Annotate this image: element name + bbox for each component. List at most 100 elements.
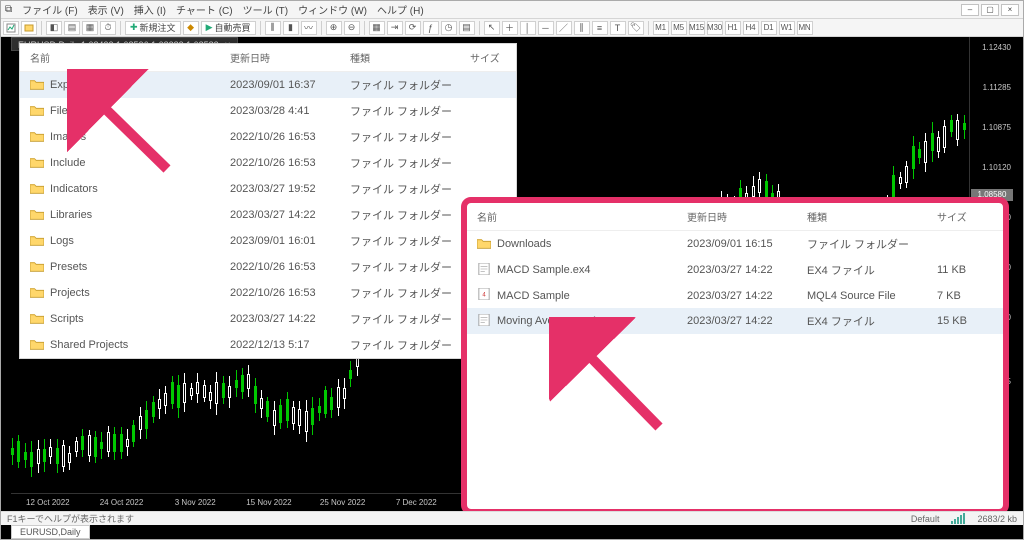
connection-icon — [951, 513, 965, 524]
file-name: Libraries — [50, 209, 92, 221]
chart-tab-bottom[interactable]: EURUSD,Daily — [11, 525, 90, 539]
file-row[interactable]: Include2022/10/26 16:53ファイル フォルダー — [20, 150, 516, 176]
file-type: EX4 ファイル — [807, 313, 937, 329]
navigator-icon[interactable]: ▤ — [64, 21, 80, 35]
file-name: Downloads — [497, 238, 551, 250]
file-row[interactable]: Moving Average.ex4 2023/03/27 14:22EX4 ファ… — [467, 308, 1003, 334]
col-date[interactable]: 更新日時 — [687, 209, 807, 224]
file-type: ファイル フォルダー — [350, 311, 470, 327]
file-row[interactable]: Logs2023/09/01 16:01ファイル フォルダー — [20, 228, 516, 254]
market-watch-icon[interactable]: ◧ — [46, 21, 62, 35]
menu-window[interactable]: ウィンドウ (W) — [298, 2, 367, 17]
indicators-icon[interactable]: ƒ — [423, 21, 439, 35]
vline-icon[interactable]: │ — [520, 21, 536, 35]
mq4-icon: 4 — [477, 288, 491, 303]
line-chart-icon[interactable]: 〰 — [301, 21, 317, 35]
zoom-out-icon[interactable]: ⊖ — [344, 21, 360, 35]
file-name: Scripts — [50, 313, 84, 325]
tf-m30[interactable]: M30 — [707, 21, 723, 35]
x-label: 7 Dec 2022 — [379, 498, 453, 507]
column-headers[interactable]: 名前 更新日時 種類 サイズ — [467, 203, 1003, 231]
candle-chart-icon[interactable]: ▮ — [283, 21, 299, 35]
file-date: 2023/03/27 19:52 — [230, 183, 350, 195]
col-type[interactable]: 種類 — [350, 50, 470, 65]
status-network: 2683/2 kb — [977, 514, 1017, 524]
file-name: MACD Sample — [497, 290, 570, 302]
file-name: Moving Average.ex4 — [497, 315, 596, 327]
channel-icon[interactable]: ∥ — [574, 21, 590, 35]
text-icon[interactable]: T — [610, 21, 626, 35]
profiles-icon[interactable] — [21, 21, 37, 35]
periods-icon[interactable]: ◷ — [441, 21, 457, 35]
max-button[interactable]: ▢ — [981, 4, 999, 16]
file-name: Shared Projects — [50, 339, 128, 351]
tf-m1[interactable]: M1 — [653, 21, 669, 35]
file-row[interactable]: Files2023/03/28 4:41ファイル フォルダー — [20, 98, 516, 124]
shift-icon[interactable]: ⇥ — [387, 21, 403, 35]
new-order-button[interactable]: ✚新規注文 — [125, 21, 181, 35]
file-row[interactable]: Images2022/10/26 16:53ファイル フォルダー — [20, 124, 516, 150]
menu-tools[interactable]: ツール (T) — [243, 2, 289, 17]
file-row[interactable]: Indicators2023/03/27 19:52ファイル フォルダー — [20, 176, 516, 202]
file-date: 2022/10/26 16:53 — [230, 131, 350, 143]
trendline-icon[interactable]: ／ — [556, 21, 572, 35]
file-row[interactable]: Scripts2023/03/27 14:22ファイル フォルダー — [20, 306, 516, 332]
file-row[interactable]: Downloads2023/09/01 16:15ファイル フォルダー — [467, 231, 1003, 257]
templates-icon[interactable]: ▤ — [459, 21, 475, 35]
file-name: Images — [50, 131, 86, 143]
new-chart-icon[interactable] — [3, 21, 19, 35]
menu-view[interactable]: 表示 (V) — [88, 2, 124, 17]
fibo-icon[interactable]: ≡ — [592, 21, 608, 35]
terminal-icon[interactable]: ▦ — [82, 21, 98, 35]
menu-chart[interactable]: チャート (C) — [176, 2, 233, 17]
file-row[interactable]: Presets2022/10/26 16:53ファイル フォルダー — [20, 254, 516, 280]
close-button[interactable]: × — [1001, 4, 1019, 16]
col-type[interactable]: 種類 — [807, 209, 937, 224]
col-date[interactable]: 更新日時 — [230, 50, 350, 65]
menu-insert[interactable]: 挿入 (I) — [134, 2, 166, 17]
min-button[interactable]: – — [961, 4, 979, 16]
toolbar: ◧ ▤ ▦ ⏱ ✚新規注文 ◆ ▶自動売買 ⫼ ▮ 〰 ⊕ ⊖ ▦ ⇥ ⟳ ƒ … — [1, 19, 1023, 37]
tf-w1[interactable]: W1 — [779, 21, 795, 35]
crosshair-icon[interactable]: ＋ — [502, 21, 518, 35]
file-row[interactable]: 4MACD Sample2023/03/27 14:22MQL4 Source … — [467, 283, 1003, 308]
bar-chart-icon[interactable]: ⫼ — [265, 21, 281, 35]
status-profile[interactable]: Default — [911, 514, 940, 524]
x-label: 12 Oct 2022 — [11, 498, 85, 507]
file-row[interactable]: MACD Sample.ex42023/03/27 14:22EX4 ファイル1… — [467, 257, 1003, 283]
metaeditor-icon[interactable]: ◆ — [183, 21, 199, 35]
arrange-icon[interactable]: ▦ — [369, 21, 385, 35]
file-type: EX4 ファイル — [807, 262, 937, 278]
file-row[interactable]: Shared Projects2022/12/13 5:17ファイル フォルダー — [20, 332, 516, 358]
col-size[interactable]: サイズ — [937, 209, 997, 224]
file-date: 2023/03/27 14:22 — [687, 315, 807, 327]
col-size[interactable]: サイズ — [470, 50, 520, 65]
menu-help[interactable]: ヘルプ (H) — [377, 2, 424, 17]
auto-trade-button[interactable]: ▶自動売買 — [201, 21, 256, 35]
folder-icon — [477, 237, 491, 252]
col-name[interactable]: 名前 — [477, 209, 687, 224]
zoom-in-icon[interactable]: ⊕ — [326, 21, 342, 35]
tf-m5[interactable]: M5 — [671, 21, 687, 35]
file-type: ファイル フォルダー — [350, 103, 470, 119]
cursor-icon[interactable]: ↖ — [484, 21, 500, 35]
file-date: 2022/10/26 16:53 — [230, 157, 350, 169]
scroll-icon[interactable]: ⟳ — [405, 21, 421, 35]
tester-icon[interactable]: ⏱ — [100, 21, 116, 35]
status-hint: F1キーでヘルプが表示されます — [7, 512, 134, 525]
file-row[interactable]: Libraries2023/03/27 14:22ファイル フォルダー — [20, 202, 516, 228]
col-name[interactable]: 名前 — [30, 50, 230, 65]
tf-h1[interactable]: H1 — [725, 21, 741, 35]
file-row[interactable]: Projects2022/10/26 16:53ファイル フォルダー — [20, 280, 516, 306]
column-headers[interactable]: 名前 更新日時 種類 サイズ — [20, 44, 516, 72]
file-row[interactable]: Experts2023/09/01 16:37ファイル フォルダー — [20, 72, 516, 98]
play-icon: ▶ — [206, 22, 213, 33]
tf-m15[interactable]: M15 — [689, 21, 705, 35]
hline-icon[interactable]: ─ — [538, 21, 554, 35]
label-icon[interactable]: 🏷 — [628, 21, 644, 35]
tf-d1[interactable]: D1 — [761, 21, 777, 35]
file-size: 11 KB — [937, 264, 997, 276]
tf-mn[interactable]: MN — [797, 21, 813, 35]
tf-h4[interactable]: H4 — [743, 21, 759, 35]
menu-file[interactable]: ファイル (F) — [22, 2, 78, 17]
